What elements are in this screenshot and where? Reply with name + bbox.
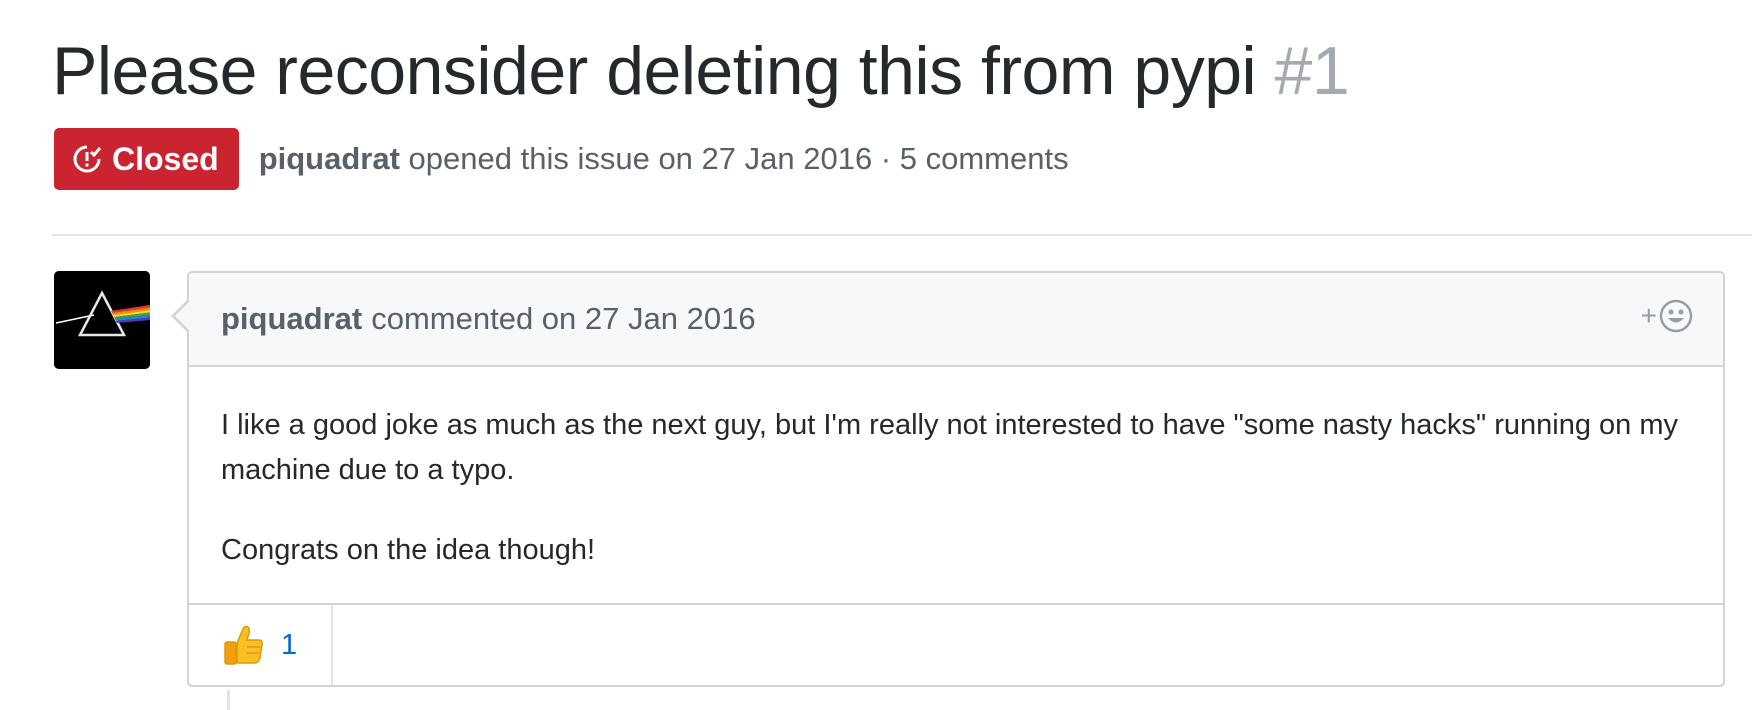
issue-opened-text: opened this issue on 27 Jan 2016 · 5 com…	[408, 141, 1069, 176]
issue-closed-icon	[73, 145, 102, 173]
add-reaction-button[interactable]: +	[1641, 299, 1693, 333]
issue-meta: Closed piquadrat opened this issue on 27…	[54, 128, 1069, 190]
issue-number: #1	[1274, 33, 1350, 109]
smiley-icon	[1659, 299, 1693, 333]
comment-pointer-fill	[175, 301, 190, 331]
issue-state-label: Closed	[112, 140, 219, 177]
comment-paragraph: I like a good joke as much as the next g…	[221, 409, 1679, 486]
issue-meta-text: piquadrat opened this issue on 27 Jan 20…	[259, 141, 1069, 177]
thumbs-up-reaction-button[interactable]: 1	[189, 605, 333, 685]
issue-title: Please reconsider deleting this from pyp…	[52, 30, 1350, 112]
comment: piquadrat commented on 27 Jan 2016 + I l…	[171, 271, 1725, 687]
thumbs-up-icon	[224, 625, 263, 665]
issue-title-text: Please reconsider deleting this from pyp…	[52, 33, 1257, 109]
comment-body: I like a good joke as much as the next g…	[189, 367, 1723, 573]
avatar[interactable]	[54, 271, 150, 369]
reaction-count: 1	[281, 628, 298, 661]
comment-author-link[interactable]: piquadrat	[221, 301, 362, 337]
comment-header: piquadrat commented on 27 Jan 2016 +	[189, 273, 1723, 367]
plus-icon: +	[1640, 300, 1657, 331]
issue-state-badge: Closed	[54, 128, 239, 190]
prism-avatar-icon	[54, 271, 150, 369]
issue-author-link[interactable]: piquadrat	[259, 141, 400, 176]
comment-timestamp[interactable]: commented on 27 Jan 2016	[371, 301, 755, 337]
issue-page: Please reconsider deleting this from pyp…	[0, 0, 1752, 710]
comment-paragraph: Congrats on the idea though!	[221, 534, 596, 566]
reactions-bar: 1	[189, 603, 1723, 685]
header-divider	[52, 234, 1752, 236]
timeline-line	[227, 690, 230, 710]
